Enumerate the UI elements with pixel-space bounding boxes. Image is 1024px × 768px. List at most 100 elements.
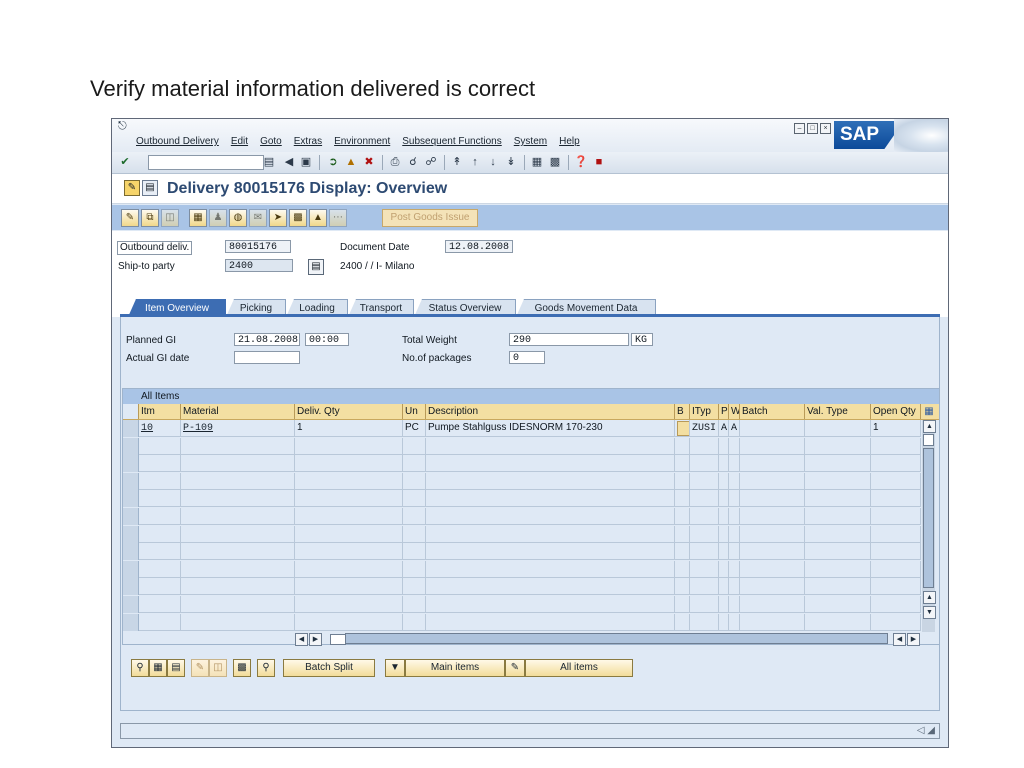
find-icon[interactable]: ☌ bbox=[406, 155, 420, 169]
menu-subsequent-functions[interactable]: Subsequent Functions bbox=[402, 136, 502, 150]
scroll-left-end-icon[interactable]: ◀ bbox=[893, 633, 906, 646]
output-icon[interactable]: ▲ bbox=[309, 209, 327, 227]
table-row[interactable] bbox=[123, 596, 921, 613]
col-material[interactable]: Material bbox=[181, 404, 295, 419]
menu-extras[interactable]: Extras bbox=[294, 136, 322, 150]
all-items-icon[interactable]: ✎ bbox=[505, 659, 525, 677]
find-next-icon[interactable]: ☍ bbox=[424, 155, 438, 169]
scroll-thumb[interactable] bbox=[330, 634, 346, 645]
col-deliv-qty[interactable]: Deliv. Qty bbox=[295, 404, 403, 419]
minimize-icon[interactable]: – bbox=[794, 123, 805, 134]
menu-environment[interactable]: Environment bbox=[334, 136, 390, 150]
search-icon[interactable]: ⚲ bbox=[257, 659, 275, 677]
total-weight-field[interactable]: 290 bbox=[509, 333, 629, 346]
cell-itm[interactable]: 10 bbox=[139, 420, 181, 437]
command-field[interactable] bbox=[148, 155, 264, 170]
print-icon[interactable]: ⎙ bbox=[388, 155, 402, 169]
col-p[interactable]: P bbox=[719, 404, 729, 419]
planned-gi-date-field[interactable]: 21.08.2008 bbox=[234, 333, 300, 346]
col-description[interactable]: Description bbox=[426, 404, 675, 419]
all-items-button[interactable]: All items bbox=[525, 659, 633, 677]
first-page-icon[interactable]: ↟ bbox=[450, 155, 464, 169]
row-selector[interactable] bbox=[123, 613, 139, 631]
row-selector[interactable] bbox=[123, 596, 139, 613]
table-row[interactable] bbox=[123, 613, 921, 631]
col-itm[interactable]: Itm bbox=[139, 404, 181, 419]
col-un[interactable]: Un bbox=[403, 404, 426, 419]
row-selector[interactable] bbox=[123, 508, 139, 525]
row-selector[interactable] bbox=[123, 560, 139, 578]
maximize-icon[interactable]: □ bbox=[807, 123, 818, 134]
col-w[interactable]: W bbox=[729, 404, 740, 419]
scroll-right-icon[interactable]: ▶ bbox=[309, 633, 322, 646]
last-page-icon[interactable]: ↡ bbox=[504, 155, 518, 169]
table-row[interactable] bbox=[123, 543, 921, 561]
scroll-top-area[interactable] bbox=[923, 434, 934, 446]
next-page-icon[interactable]: ↓ bbox=[486, 155, 500, 169]
col-b[interactable]: B bbox=[675, 404, 690, 419]
cell-b[interactable] bbox=[675, 420, 690, 437]
document-icon[interactable]: ▤ bbox=[142, 180, 158, 196]
table-row[interactable] bbox=[123, 560, 921, 578]
row-selector[interactable] bbox=[123, 543, 139, 561]
document-date-field[interactable]: 12.08.2008 bbox=[445, 240, 513, 253]
close-icon[interactable]: × bbox=[820, 123, 831, 134]
scroll-up-icon[interactable]: ▲ bbox=[923, 420, 936, 433]
menu-system[interactable]: System bbox=[514, 136, 547, 150]
new-session-icon[interactable]: ▦ bbox=[530, 155, 544, 169]
col-ityp[interactable]: ITyp bbox=[690, 404, 719, 419]
col-val-type[interactable]: Val. Type bbox=[805, 404, 871, 419]
batch-flag-box[interactable] bbox=[677, 421, 689, 436]
item-details-icon[interactable]: ◍ bbox=[229, 209, 247, 227]
table-row[interactable] bbox=[123, 455, 921, 473]
pick-icon[interactable]: ➤ bbox=[269, 209, 287, 227]
row-selector[interactable] bbox=[123, 455, 139, 473]
exit-icon[interactable]: ▲ bbox=[344, 155, 358, 169]
outbound-deliv-field[interactable]: 80015176 bbox=[225, 240, 291, 253]
vertical-scrollbar[interactable]: ▲ ▲ ▼ bbox=[922, 420, 936, 632]
command-history-icon[interactable]: ▤ bbox=[262, 155, 276, 169]
col-batch[interactable]: Batch bbox=[740, 404, 805, 419]
menu-help[interactable]: Help bbox=[559, 136, 580, 150]
previous-page-icon[interactable]: ↑ bbox=[468, 155, 482, 169]
save-icon[interactable]: ▣ bbox=[299, 155, 313, 169]
table-row[interactable] bbox=[123, 525, 921, 543]
row-selector[interactable] bbox=[123, 437, 139, 455]
packages-field[interactable]: 0 bbox=[509, 351, 545, 364]
main-items-button[interactable]: Main items bbox=[405, 659, 505, 677]
address-details-icon[interactable]: ▤ bbox=[308, 259, 324, 275]
scroll-page-up-icon[interactable]: ▲ bbox=[923, 591, 936, 604]
cell-text-material[interactable]: P-109 bbox=[183, 423, 213, 434]
back-icon[interactable]: ➲ bbox=[326, 155, 340, 169]
find-item-button[interactable]: ▩ bbox=[233, 659, 251, 677]
scroll-right-end-icon[interactable]: ▶ bbox=[907, 633, 920, 646]
scroll-track-horizontal[interactable] bbox=[330, 633, 888, 645]
menu-edit[interactable]: Edit bbox=[231, 136, 248, 150]
table-row[interactable] bbox=[123, 472, 921, 490]
actual-gi-field[interactable] bbox=[234, 351, 300, 364]
column-settings-icon[interactable]: ▦ bbox=[921, 404, 935, 419]
status-bar-toggle-icon[interactable]: ◁ ◢ bbox=[917, 725, 935, 736]
total-weight-unit-field[interactable]: KG bbox=[631, 333, 653, 346]
ship-to-field[interactable]: 2400 bbox=[225, 259, 293, 272]
back-arrow-icon[interactable]: ◀ bbox=[282, 155, 296, 169]
system-menu-icon[interactable]: ⎋ bbox=[118, 121, 130, 132]
row-selector[interactable] bbox=[123, 472, 139, 490]
table-row[interactable]: 10 P-109 1 PC Pumpe Stahlguss IDESNORM 170-2… bbox=[123, 420, 921, 437]
horizontal-scrollbar[interactable]: ◀ ▶ ◀ ▶ bbox=[295, 633, 922, 646]
scroll-left-icon[interactable]: ◀ bbox=[295, 633, 308, 646]
planned-gi-time-field[interactable]: 00:00 bbox=[305, 333, 349, 346]
pack-icon[interactable]: ▩ bbox=[289, 209, 307, 227]
menu-outbound-delivery[interactable]: Outbound Delivery bbox=[136, 136, 219, 150]
layout-menu-icon[interactable]: ■ bbox=[592, 155, 606, 169]
menu-goto[interactable]: Goto bbox=[260, 136, 282, 150]
display-change-icon[interactable]: ✎ bbox=[121, 209, 139, 227]
table-row[interactable] bbox=[123, 578, 921, 596]
help-icon[interactable]: ❓ bbox=[574, 155, 588, 169]
deselect-all-button[interactable]: ▤ bbox=[167, 659, 185, 677]
row-selector[interactable] bbox=[123, 420, 139, 437]
header-details-icon[interactable]: ▦ bbox=[189, 209, 207, 227]
item-details-button[interactable]: ⚲ bbox=[131, 659, 149, 677]
select-all-cell[interactable] bbox=[123, 404, 139, 419]
shortcut-icon[interactable]: ▩ bbox=[548, 155, 562, 169]
